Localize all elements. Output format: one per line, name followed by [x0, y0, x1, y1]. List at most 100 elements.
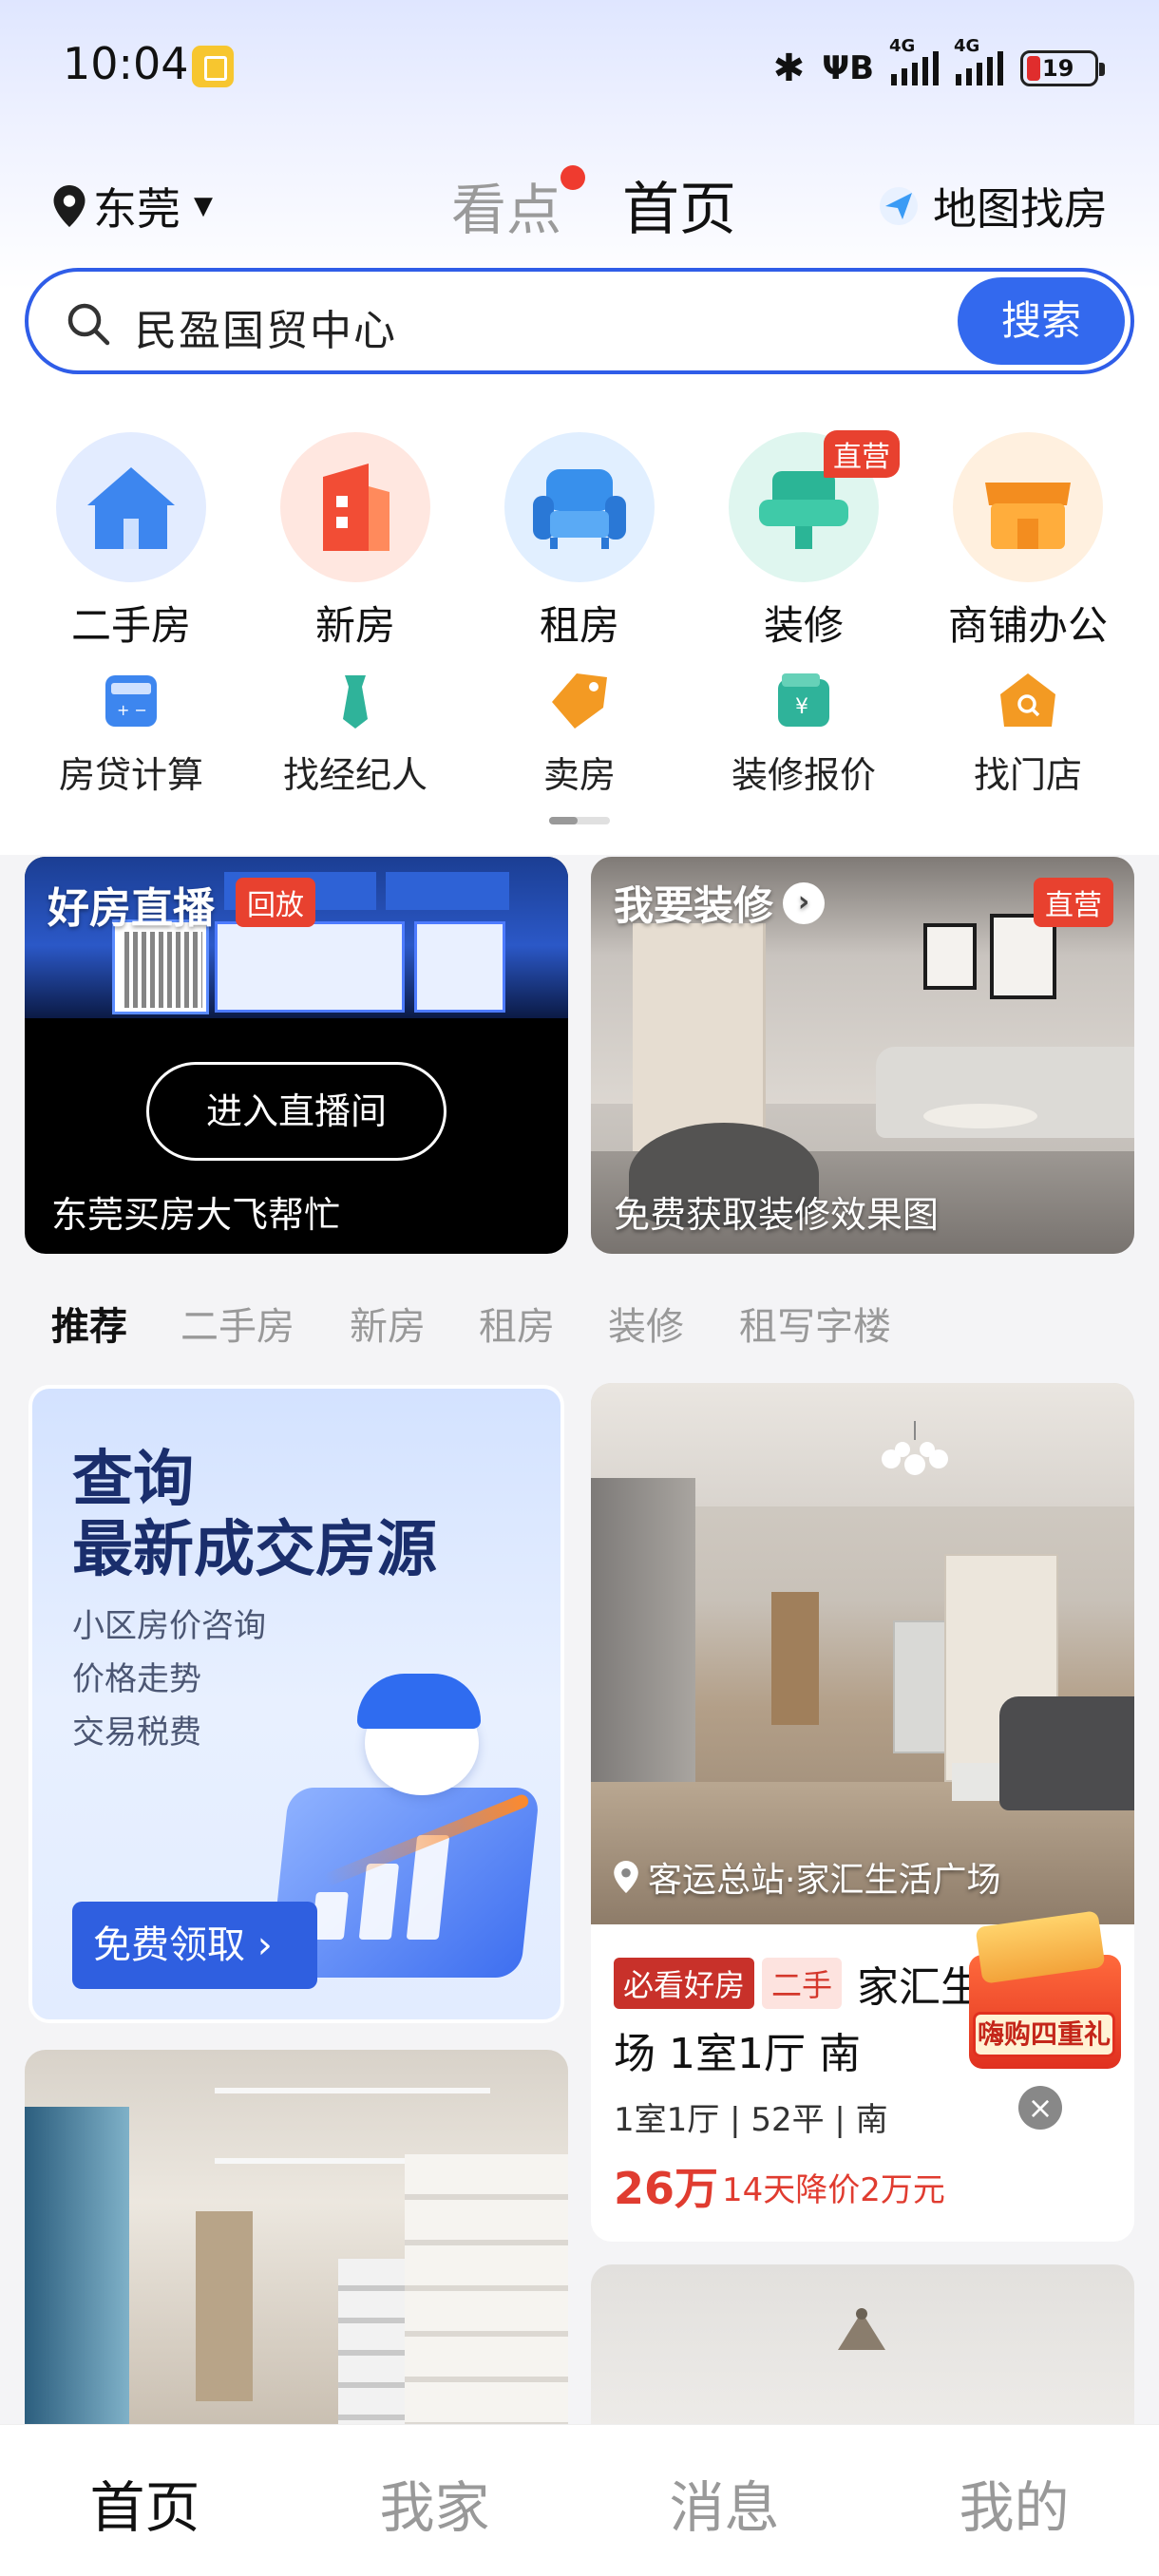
search-button[interactable]: 搜索: [958, 277, 1125, 365]
notification-dot: [560, 165, 585, 190]
deco-card-title-row: 我要装修 ›: [614, 874, 826, 932]
main-category-grid: 二手房 新房 租房 直营 装修 商铺办公: [0, 430, 1159, 652]
category-label: 装修: [763, 602, 844, 649]
map-arrow-icon: [880, 187, 918, 225]
network-type-1: 4G: [889, 36, 916, 56]
deco-card-title: 我要装修: [614, 882, 774, 929]
content-tabs: 推荐 二手房 新房 租房 装修 租写字楼: [0, 1292, 1159, 1358]
tab-rent[interactable]: 租房: [479, 1296, 555, 1351]
category-rent[interactable]: 租房: [467, 432, 692, 652]
armchair-icon: [504, 432, 655, 582]
battery-level: 19: [1042, 55, 1074, 82]
city-selector[interactable]: 东莞 ▼: [53, 175, 213, 237]
svg-text:+ −: + −: [117, 701, 147, 719]
decoration-card[interactable]: 我要装修 › 直营 免费获取装修效果图: [591, 857, 1134, 1254]
signal-icon: 4G: [889, 36, 939, 85]
deco-art-frame: [923, 923, 977, 990]
location-pin-icon: [614, 1861, 638, 1893]
shop-icon: [953, 432, 1103, 582]
house-title-row: 必看好房 二手 家汇生: [614, 1953, 982, 2014]
tool-sell-house[interactable]: 卖房: [467, 670, 692, 798]
tab-recommend[interactable]: 推荐: [51, 1296, 127, 1351]
deco-table: [923, 1104, 1037, 1128]
network-type-2: 4G: [954, 36, 980, 56]
chandelier-icon: [882, 1421, 948, 1475]
calculator-icon: + −: [105, 675, 157, 727]
category-label: 商铺办公: [947, 602, 1108, 649]
replay-badge: 回放: [236, 878, 315, 927]
house-icon: [56, 432, 206, 582]
sim-notification-icon: [192, 46, 234, 87]
hd-call-icon: ΨΒ: [822, 49, 874, 87]
house-info: 1室1厅 | 52平 | 南: [614, 2101, 888, 2139]
free-claim-button[interactable]: 免费领取 ›: [72, 1902, 317, 1989]
house-title-part2: 场 1室1厅 南: [614, 2030, 861, 2078]
deco-card-subtitle: 免费获取装修效果图: [614, 1194, 940, 1236]
tool-label: 找门店: [973, 754, 1082, 796]
category-newhouse[interactable]: 新房: [243, 432, 467, 652]
must-see-tag: 必看好房: [614, 1958, 755, 2009]
grid-page-indicator: [549, 817, 610, 824]
building-icon: [280, 432, 430, 582]
house-listing-card[interactable]: 客运总站·家汇生活广场 必看好房 二手 家汇生 场 1室1厅 南 1室1厅 | …: [591, 1383, 1134, 2242]
live-stream-card[interactable]: 好房直播 回放 进入直播间 东莞买房大飞帮忙: [25, 857, 568, 1254]
house-location: 客运总站·家汇生活广场: [614, 1852, 1000, 1902]
tab-newhouse[interactable]: 新房: [350, 1296, 426, 1351]
search-input[interactable]: 民盈国贸中心: [135, 296, 397, 357]
search-icon: [67, 303, 110, 346]
status-bar: 10:04 ✱ ΨΒ 4G 4G 19: [0, 0, 1159, 133]
tool-find-agent[interactable]: 找经纪人: [243, 670, 467, 798]
battery-icon: 19: [1020, 50, 1105, 86]
query-item: 交易税费: [72, 1714, 201, 1752]
tool-mortgage-calc[interactable]: + − 房贷计算: [19, 670, 243, 798]
map-find-label: 地图找房: [933, 183, 1108, 235]
sub-tools-grid: + − 房贷计算 找经纪人 卖房 ¥ 装修报价 找门店: [0, 670, 1159, 824]
caret-down-icon: ▼: [194, 192, 213, 220]
location-pin-icon: [53, 185, 86, 227]
house-location-text: 客运总站·家汇生活广场: [648, 1861, 1001, 1900]
category-shop-office[interactable]: 商铺办公: [916, 432, 1140, 652]
map-find-button[interactable]: 地图找房: [878, 175, 1108, 237]
nav-messages[interactable]: 消息: [580, 2463, 869, 2543]
category-label: 新房: [314, 602, 395, 649]
deal-query-card[interactable]: 查询 最新成交房源 小区房价咨询 价格走势 交易税费 免费领取 ›: [28, 1385, 564, 2023]
enter-live-button[interactable]: 进入直播间: [146, 1062, 446, 1161]
secondhand-tag: 二手: [762, 1958, 843, 2009]
tab-secondhand[interactable]: 二手房: [180, 1296, 294, 1351]
promo-label: 嗨购四重礼: [973, 2012, 1115, 2057]
signal-icon-2: 4G: [954, 36, 1003, 85]
category-secondhand[interactable]: 二手房: [19, 432, 243, 652]
category-label: 二手房: [70, 602, 191, 649]
direct-badge: 直营: [1034, 878, 1113, 927]
query-title-line2: 最新成交房源: [72, 1515, 437, 1585]
promo-floating-gift[interactable]: 嗨购四重礼: [960, 1909, 1127, 2071]
nav-home[interactable]: 首页: [0, 2463, 290, 2543]
mascot-hat: [357, 1674, 481, 1729]
tab-decoration[interactable]: 装修: [608, 1296, 684, 1351]
tool-deco-quote[interactable]: ¥ 装修报价: [692, 670, 916, 798]
category-decoration[interactable]: 直营 装修: [692, 430, 916, 652]
app-header: 东莞 ▼ 看点 首页 地图找房: [0, 161, 1159, 247]
tab-home[interactable]: 首页: [622, 163, 736, 246]
city-name: 东莞: [93, 183, 180, 235]
sofa-chair-icon: 直营: [729, 430, 900, 582]
tab-kandian[interactable]: 看点: [451, 165, 561, 245]
badge-direct: 直营: [824, 430, 900, 478]
bluetooth-icon: ✱: [772, 47, 806, 90]
nav-profile[interactable]: 我的: [869, 2463, 1159, 2543]
nav-my-home[interactable]: 我家: [290, 2463, 580, 2543]
search-bar[interactable]: 民盈国贸中心 搜索: [25, 268, 1134, 374]
live-card-subtitle: 东莞买房大飞帮忙: [51, 1194, 341, 1236]
svg-text:¥: ¥: [795, 695, 808, 719]
tool-label: 房贷计算: [58, 754, 203, 796]
tab-office-rent[interactable]: 租写字楼: [739, 1296, 891, 1351]
agent-tie-icon: [343, 675, 368, 729]
tool-label: 卖房: [542, 754, 616, 796]
tool-find-store[interactable]: 找门店: [916, 670, 1140, 798]
house-listing-card-2[interactable]: [25, 2050, 568, 2430]
tool-label: 找经纪人: [282, 754, 428, 796]
price-tag-icon: [552, 673, 607, 729]
chevron-right-icon: ›: [783, 881, 826, 924]
close-icon[interactable]: ×: [1018, 2086, 1062, 2130]
house-price: 26万: [614, 2163, 719, 2214]
